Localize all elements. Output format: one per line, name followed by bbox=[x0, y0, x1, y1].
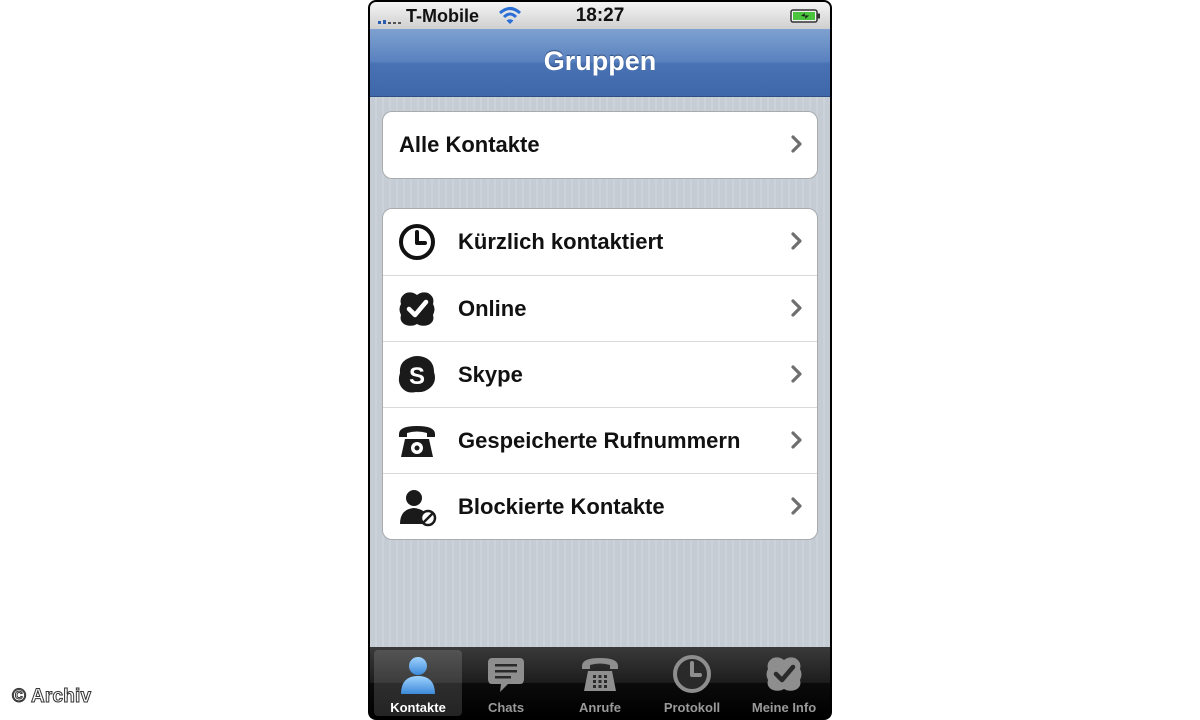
chevron-right-icon bbox=[791, 365, 802, 383]
chevron-right-icon bbox=[791, 135, 802, 153]
groups-list: Alle Kontakte Kürzlich kontaktiert Onlin… bbox=[370, 97, 830, 647]
navigation-bar: Gruppen bbox=[370, 29, 830, 97]
list-item-skype[interactable]: S Skype bbox=[383, 341, 817, 407]
list-item-blockierte-kontakte[interactable]: Blockierte Kontakte bbox=[383, 473, 817, 539]
tab-bar: Kontakte Chats Anrufe Protokoll Meine In… bbox=[370, 647, 830, 718]
tab-chats[interactable]: Chats bbox=[462, 650, 550, 716]
list-item-kuerzlich-kontaktiert[interactable]: Kürzlich kontaktiert bbox=[383, 209, 817, 275]
tab-label: Meine Info bbox=[751, 700, 817, 715]
battery-icon bbox=[790, 9, 820, 23]
svg-text:S: S bbox=[409, 363, 425, 390]
list-item-label: Kürzlich kontaktiert bbox=[458, 229, 664, 254]
chevron-right-icon bbox=[791, 299, 802, 317]
phone-screen: T-Mobile 18:27 Gruppen Alle Kontakte Kür… bbox=[368, 0, 832, 720]
clock-icon bbox=[673, 655, 711, 693]
tab-label: Kontakte bbox=[390, 700, 446, 715]
copyright-watermark: © Archiv bbox=[11, 686, 92, 708]
page-title: Gruppen bbox=[543, 46, 657, 76]
tab-kontakte[interactable]: Kontakte bbox=[374, 650, 462, 716]
chat-bubble-icon bbox=[488, 658, 524, 692]
chevron-right-icon bbox=[791, 497, 802, 515]
telephone-icon bbox=[399, 426, 435, 457]
list-item-alle-kontakte[interactable]: Alle Kontakte bbox=[383, 112, 817, 178]
online-check-icon bbox=[766, 657, 802, 691]
tab-protokoll[interactable]: Protokoll bbox=[648, 650, 736, 716]
contact-person-icon bbox=[401, 657, 435, 694]
clock-icon bbox=[399, 224, 435, 260]
list-item-label: Alle Kontakte bbox=[399, 132, 540, 157]
telephone-icon bbox=[582, 658, 618, 691]
status-time: 18:27 bbox=[575, 5, 625, 26]
skype-icon: S bbox=[398, 356, 435, 393]
status-bar: T-Mobile 18:27 bbox=[370, 2, 830, 29]
tab-label: Protokoll bbox=[663, 700, 721, 715]
list-item-gespeicherte-rufnummern[interactable]: Gespeicherte Rufnummern bbox=[383, 407, 817, 473]
list-item-online[interactable]: Online bbox=[383, 275, 817, 341]
list-item-label: Blockierte Kontakte bbox=[458, 493, 665, 519]
list-item-label: Gespeicherte Rufnummern bbox=[458, 427, 741, 453]
list-item-label: Online bbox=[458, 295, 527, 321]
tab-anrufe[interactable]: Anrufe bbox=[556, 650, 644, 716]
group-categories: Kürzlich kontaktiert Online S Skype Gesp… bbox=[382, 208, 818, 540]
chevron-right-icon bbox=[791, 431, 802, 449]
online-check-icon bbox=[399, 292, 435, 326]
chevron-right-icon bbox=[791, 232, 802, 250]
blocked-contact-icon bbox=[400, 490, 437, 527]
tab-label: Anrufe bbox=[579, 700, 621, 715]
tab-label: Chats bbox=[487, 700, 525, 715]
tab-meine-info[interactable]: Meine Info bbox=[740, 650, 828, 716]
group-all-contacts: Alle Kontakte bbox=[382, 111, 818, 179]
list-item-label: Skype bbox=[458, 361, 523, 387]
